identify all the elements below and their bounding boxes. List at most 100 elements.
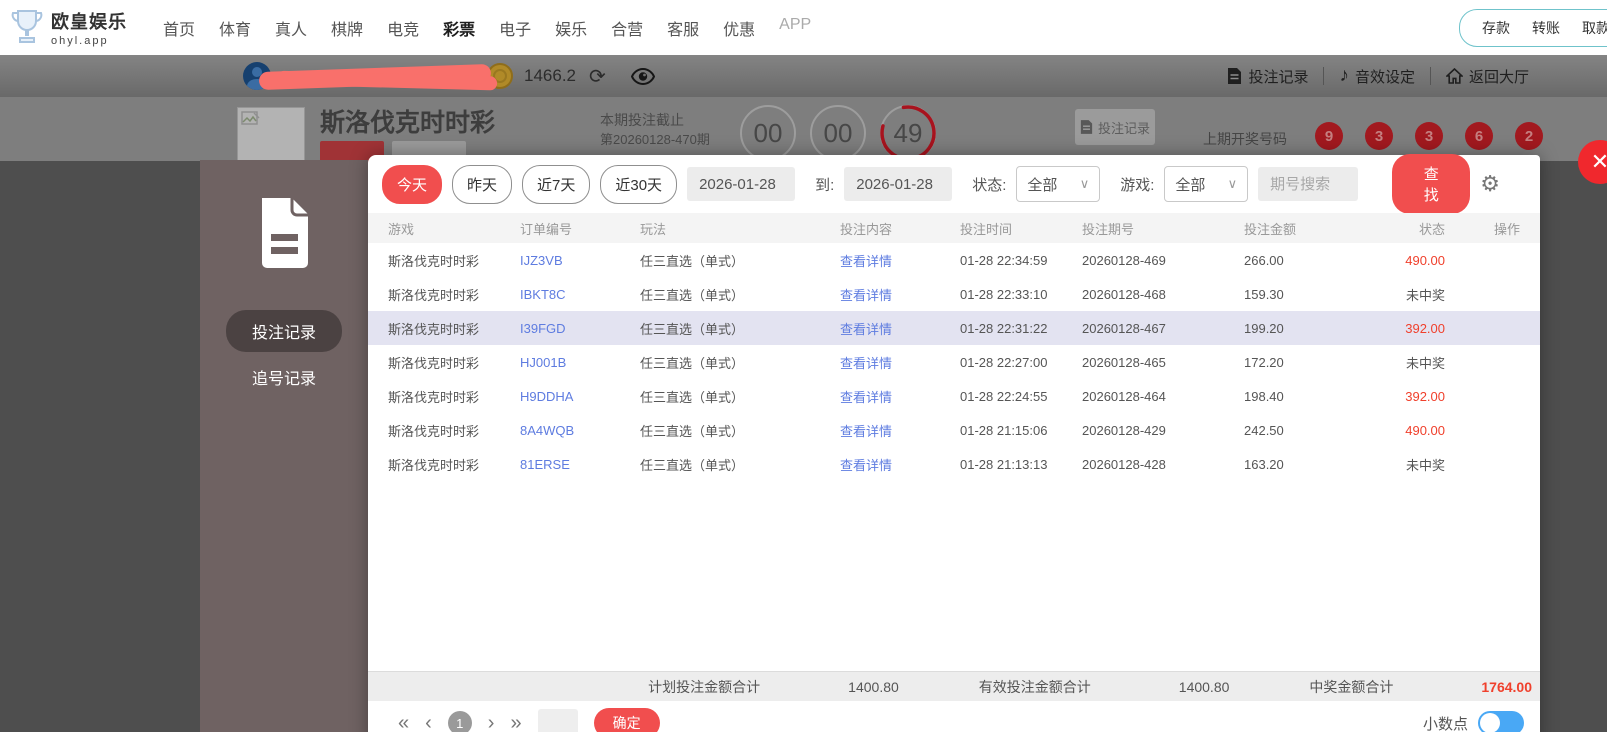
order-number-link[interactable]: 8A4WQB (520, 423, 640, 438)
column-header: 游戏 (388, 221, 415, 237)
column-header: 状态 (1418, 221, 1445, 237)
valid-total-label: 有效投注金额合计 (978, 678, 1091, 695)
current-page-badge[interactable]: 1 (447, 711, 472, 732)
cell-game: 斯洛伐克时时彩 (388, 321, 480, 337)
quick-filter-pill[interactable]: 近7天 (522, 164, 591, 204)
cell-status: 392.00 (1405, 388, 1445, 404)
draw-number-ball: 3 (1415, 122, 1443, 150)
records-sidebar: 投注记录 追号记录 (200, 160, 368, 732)
nav-item[interactable]: 电竞 (387, 16, 419, 40)
quick-filter-pill[interactable]: 今天 (382, 164, 443, 204)
bet-record-link[interactable]: 投注记录 (1227, 66, 1308, 87)
nav-item[interactable]: 优惠 (723, 16, 755, 40)
table-row[interactable]: 斯洛伐克时时彩 H9DDHA 任三直选（单式） 查看详情 01-28 22:24:55 2… (368, 379, 1540, 413)
wallet-action[interactable]: 转账 (1532, 18, 1560, 38)
brand-logo[interactable]: 欧皇娱乐 ohyl.app (10, 8, 127, 48)
order-number-link[interactable]: IBKT8C (520, 287, 640, 302)
prev-page-button[interactable]: ‹ (425, 712, 432, 732)
nav-item[interactable]: APP (779, 16, 811, 40)
status-select[interactable]: 全部 ∨ (1016, 166, 1101, 202)
view-details-link[interactable]: 查看详情 (840, 421, 960, 440)
nav-item[interactable]: 娱乐 (555, 16, 587, 40)
quick-filter-pill[interactable]: 近30天 (600, 164, 678, 204)
page-jump-input[interactable] (537, 709, 578, 732)
quick-filter-pill[interactable]: 昨天 (452, 164, 513, 204)
page-go-button[interactable]: 确定 (593, 708, 660, 732)
table-row[interactable]: 斯洛伐克时时彩 81ERSE 任三直选（单式） 查看详情 01-28 21:13:13 2… (368, 447, 1540, 481)
view-details-link[interactable]: 查看详情 (840, 353, 960, 372)
main-nav: 首页 体育 真人 棋牌 电竞 彩票 电子 娱乐 合营 客服 优惠 APP (163, 16, 811, 40)
wallet-action[interactable]: 取款 (1582, 18, 1607, 38)
nav-item[interactable]: 客服 (667, 16, 699, 40)
view-details-link[interactable]: 查看详情 (840, 285, 960, 304)
nav-item[interactable]: 棋牌 (331, 16, 363, 40)
game-header: 斯洛伐克时时彩 本期投注截止 第20260128-470期 00 00 49 投注记… (0, 97, 1607, 163)
date-from-input[interactable] (687, 167, 796, 201)
gear-icon[interactable]: ⚙ (1480, 171, 1500, 197)
last-page-button[interactable]: » (510, 712, 521, 732)
table-row[interactable]: 斯洛伐克时时彩 HJ001B 任三直选（单式） 查看详情 01-28 22:27:00 2… (368, 345, 1540, 379)
deadline-block: 本期投注截止 第20260128-470期 (600, 110, 710, 150)
nav-item[interactable]: 首页 (163, 16, 195, 40)
bet-record-button[interactable]: 投注记录 (1075, 109, 1155, 145)
view-details-link[interactable]: 查看详情 (840, 455, 960, 474)
cell-bet-time: 01-28 22:31:22 (960, 320, 1048, 336)
cell-play-type: 任三直选（单式） (640, 355, 745, 371)
cell-status: 未中奖 (1405, 355, 1445, 371)
order-number-link[interactable]: I39FGD (520, 321, 640, 336)
decimal-toggle-area: 小数点 (1423, 711, 1524, 732)
order-number-link[interactable]: HJ001B (520, 355, 640, 370)
nav-item[interactable]: 合营 (611, 16, 643, 40)
music-note-icon: ♪ (1339, 65, 1349, 86)
column-header: 投注时间 (960, 221, 1013, 237)
game-title: 斯洛伐克时时彩 (320, 109, 496, 137)
table-row[interactable]: 斯洛伐克时时彩 IJZ3VB 任三直选（单式） 查看详情 01-28 22:34:59 2… (368, 243, 1540, 277)
order-number-link[interactable]: H9DDHA (520, 389, 640, 404)
first-page-button[interactable]: « (398, 712, 409, 732)
table-row[interactable]: 斯洛伐克时时彩 8A4WQB 任三直选（单式） 查看详情 01-28 21:15:06 2… (368, 413, 1540, 447)
sidebar-item[interactable]: 投注记录 (225, 310, 342, 352)
cell-play-type: 任三直选（单式） (640, 253, 745, 269)
table-row[interactable]: 斯洛伐克时时彩 IBKT8C 任三直选（单式） 查看详情 01-28 22:33:10 2… (368, 277, 1540, 311)
valid-total-value: 1400.80 (1178, 678, 1230, 695)
last-draw-numbers: 93362 (1315, 122, 1543, 150)
nav-item[interactable]: 彩票 (443, 16, 475, 40)
divider (1323, 67, 1325, 85)
view-details-link[interactable]: 查看详情 (840, 319, 960, 338)
countdown-circle: 00 (810, 105, 866, 161)
cell-game: 斯洛伐克时时彩 (388, 457, 480, 473)
sound-settings-link[interactable]: ♪ 音效设定 (1339, 65, 1415, 87)
eye-icon[interactable] (630, 67, 655, 85)
table-row[interactable]: 斯洛伐克时时彩 I39FGD 任三直选（单式） 查看详情 01-28 22:31:22 2… (368, 311, 1540, 345)
cell-bet-time: 01-28 22:34:59 (960, 252, 1048, 268)
view-details-link[interactable]: 查看详情 (840, 387, 960, 406)
search-button[interactable]: 查找 (1392, 154, 1471, 214)
wallet-action[interactable]: 存款 (1482, 18, 1510, 38)
cell-play-type: 任三直选（单式） (640, 321, 745, 337)
balance-area: 1466.2 ⟳ (243, 62, 655, 91)
cell-play-type: 任三直选（单式） (640, 457, 745, 473)
view-details-link[interactable]: 查看详情 (840, 251, 960, 270)
period-search-input[interactable] (1258, 167, 1359, 201)
countdown-circle: 49 (880, 105, 936, 161)
date-to-input[interactable] (844, 167, 953, 201)
game-select[interactable]: 全部 ∨ (1164, 166, 1249, 202)
cell-period: 20260128-467 (1082, 320, 1166, 336)
column-header: 操作 (1493, 221, 1520, 237)
game-label: 游戏: (1120, 176, 1155, 194)
sidebar-item[interactable]: 追号记录 (226, 356, 342, 398)
order-number-link[interactable]: 81ERSE (520, 457, 640, 472)
status-bar-links: 投注记录 ♪ 音效设定 返回大厅 (1227, 65, 1529, 87)
next-page-button[interactable]: › (488, 712, 495, 732)
deadline-period: 第20260128-470期 (600, 132, 710, 147)
cell-amount: 199.20 (1244, 320, 1284, 336)
back-to-hall-link[interactable]: 返回大厅 (1445, 66, 1529, 87)
decimal-toggle[interactable] (1478, 711, 1524, 732)
cell-bet-time: 01-28 22:27:00 (960, 354, 1048, 370)
nav-item[interactable]: 电子 (499, 16, 531, 40)
nav-item[interactable]: 体育 (219, 16, 251, 40)
order-number-link[interactable]: IJZ3VB (520, 253, 640, 268)
nav-item[interactable]: 真人 (275, 16, 307, 40)
decimal-label: 小数点 (1422, 715, 1468, 732)
refresh-icon[interactable]: ⟳ (589, 64, 606, 89)
